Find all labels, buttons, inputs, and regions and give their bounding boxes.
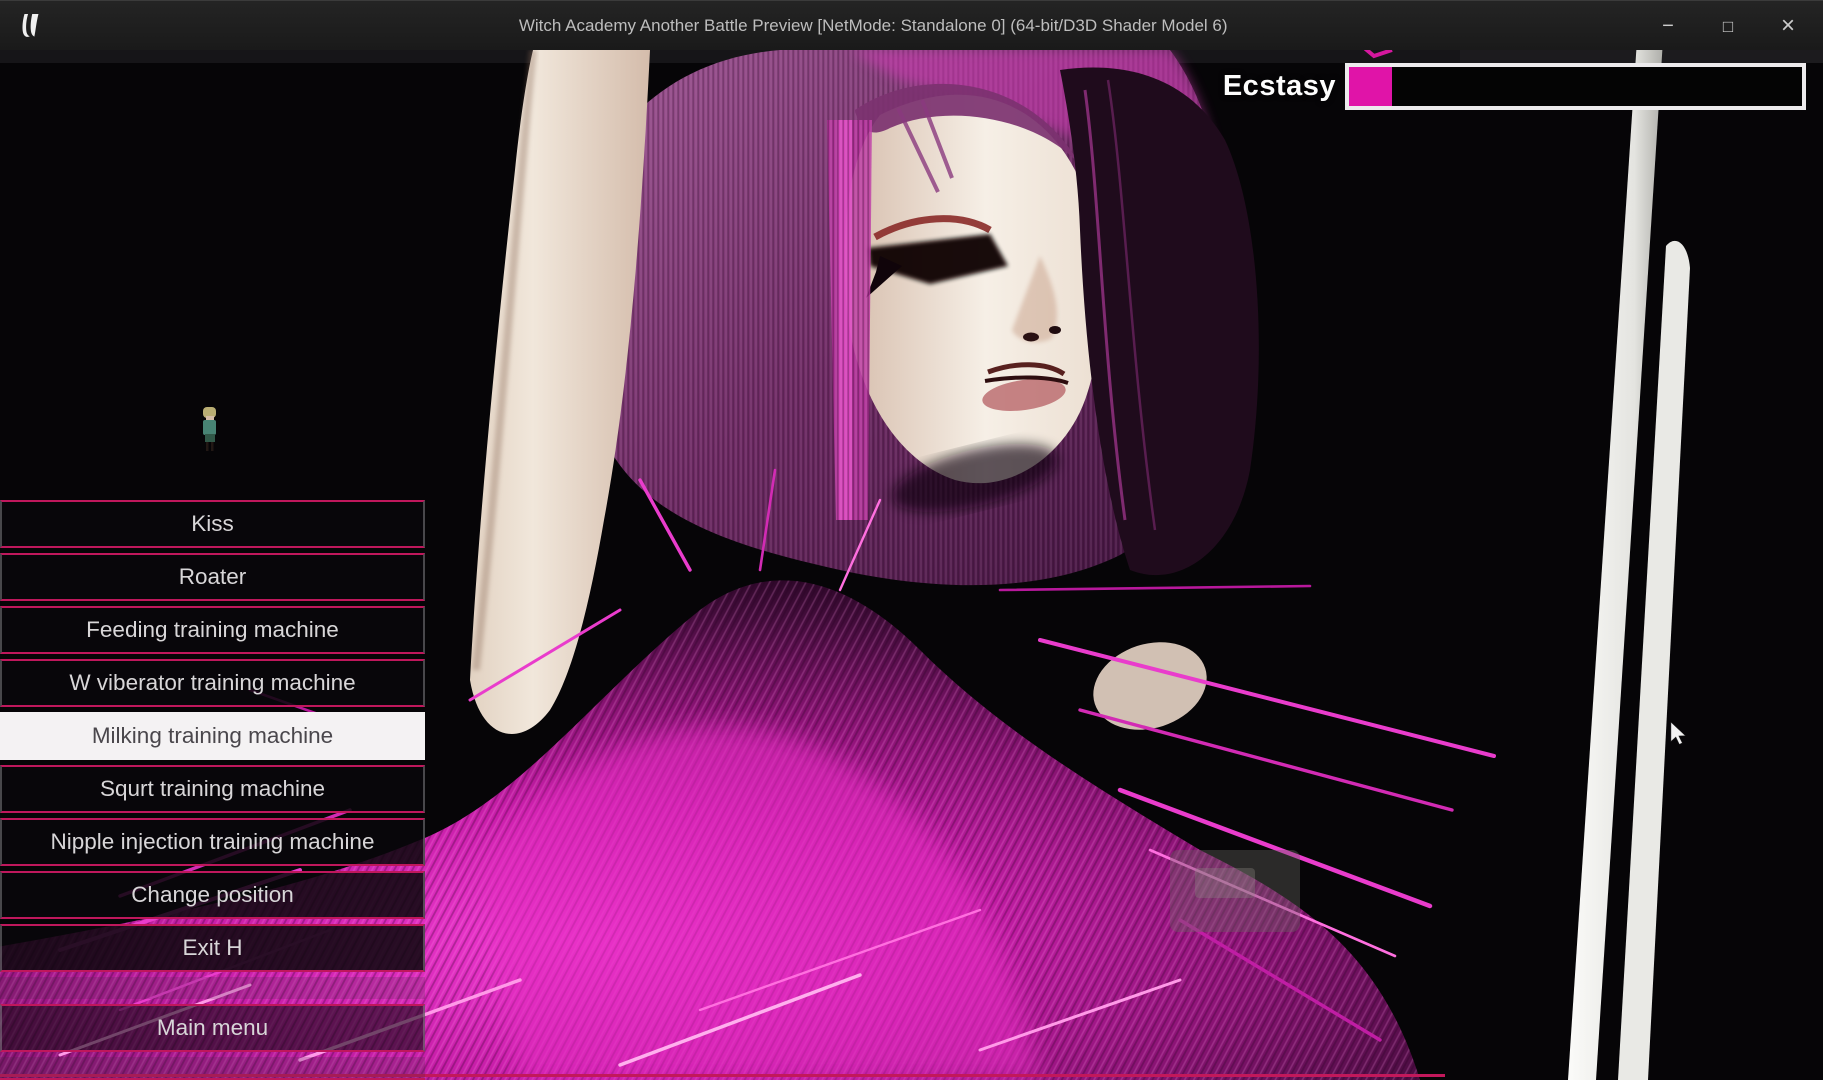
- ecstasy-fill: [1349, 67, 1393, 106]
- window-title: Witch Academy Another Battle Preview [Ne…: [518, 16, 1228, 35]
- unreal-engine-logo-icon: [22, 14, 39, 37]
- menu-item-kiss[interactable]: Kiss: [0, 500, 425, 548]
- menu-spacer-band: [0, 977, 425, 999]
- game-window: { "window": { "title": "Witch Academy An…: [0, 0, 1823, 1080]
- menu-item-w-viberator-training-machine[interactable]: W viberator training machine: [0, 659, 425, 707]
- maximize-icon[interactable]: □: [1713, 18, 1743, 35]
- menu-item-main-menu[interactable]: Main menu: [0, 1004, 425, 1052]
- ecstasy-bar: [1345, 63, 1806, 110]
- mouse-arrow-cursor: [1670, 721, 1690, 750]
- menu-item-feeding-training-machine[interactable]: Feeding training machine: [0, 606, 425, 654]
- minimize-icon[interactable]: −: [1653, 16, 1683, 36]
- window-controls: − □ ×: [1653, 1, 1803, 51]
- menu-item-roater[interactable]: Roater: [0, 553, 425, 601]
- menu-item-nipple-injection-training-machine[interactable]: Nipple injection training machine: [0, 818, 425, 866]
- menu-item-change-position[interactable]: Change position: [0, 871, 425, 919]
- window-titlebar[interactable]: Witch Academy Another Battle Preview [Ne…: [0, 0, 1823, 50]
- menu-item-milking-training-machine[interactable]: Milking training machine: [0, 712, 425, 760]
- game-viewport: Ecstasy Kiss Roater Feeding training mac…: [0, 50, 1823, 1080]
- menu-bottom-band: [0, 1057, 425, 1080]
- interaction-menu: Kiss Roater Feeding training machine W v…: [0, 500, 425, 1080]
- menu-item-squrt-training-machine[interactable]: Squrt training machine: [0, 765, 425, 813]
- close-icon[interactable]: ×: [1773, 14, 1803, 38]
- menu-item-exit-h[interactable]: Exit H: [0, 924, 425, 972]
- ecstasy-label: Ecstasy: [1222, 70, 1336, 102]
